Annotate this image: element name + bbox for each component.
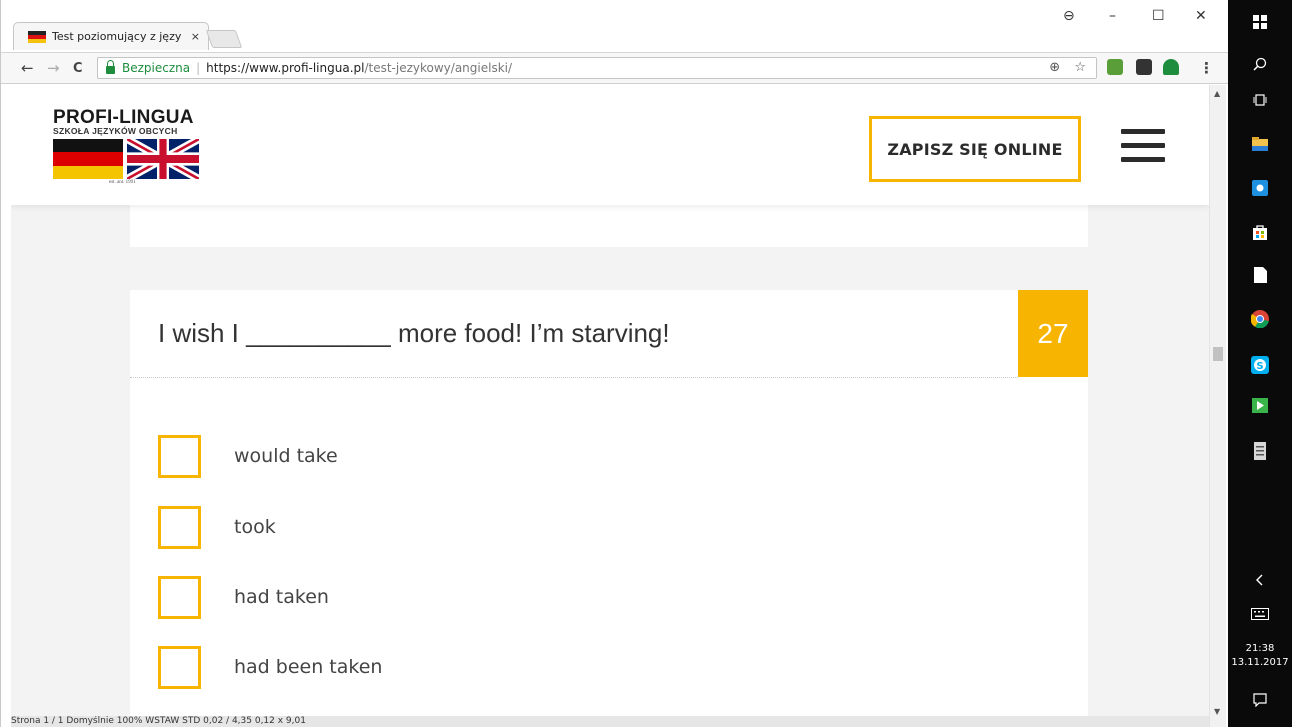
question-text: I wish I __________ more food! I’m starv… <box>158 318 670 348</box>
svg-text:S: S <box>1256 361 1263 372</box>
bookmark-star-icon[interactable]: ☆ <box>1074 60 1086 75</box>
answer-checkbox[interactable] <box>158 505 201 549</box>
site-header: PROFI-LINGUA SZKOŁA JĘZYKÓW OBCYCH est. … <box>11 85 1209 205</box>
answer-option[interactable]: would take <box>158 434 338 478</box>
answer-option[interactable]: took <box>158 505 276 549</box>
file-explorer-icon[interactable] <box>1250 134 1270 154</box>
hamburger-menu-icon[interactable] <box>1121 129 1165 169</box>
store-bag-icon[interactable] <box>1250 222 1270 242</box>
chevron-left-icon[interactable] <box>1250 570 1270 590</box>
reload-button[interactable]: C <box>73 61 83 76</box>
question-card: I wish I __________ more food! I’m starv… <box>130 290 1088 727</box>
address-bar[interactable]: Bezpieczna | https://www.profi-lingua.pl… <box>97 57 1097 79</box>
answer-label: took <box>234 516 276 538</box>
download-extension-icon[interactable] <box>1136 59 1152 75</box>
answer-label: had been taken <box>234 656 383 678</box>
search-icon[interactable] <box>1250 54 1270 74</box>
minimize-button[interactable]: – <box>1109 8 1116 24</box>
windows-start-icon[interactable] <box>1250 12 1270 32</box>
extension-icon[interactable] <box>1107 59 1123 75</box>
answer-label: would take <box>234 445 338 467</box>
green-app-icon[interactable] <box>1250 397 1270 417</box>
document-icon[interactable] <box>1250 265 1270 285</box>
zoom-icon[interactable]: ⊕ <box>1049 60 1060 75</box>
scroll-down-icon[interactable]: ▼ <box>1214 707 1220 716</box>
scroll-up-icon[interactable]: ▲ <box>1214 89 1220 98</box>
tab-strip: Test poziomujący z języka × ⊖ – ☐ ✕ <box>1 0 1229 52</box>
logo-subtitle: SZKOŁA JĘZYKÓW OBCYCH <box>53 126 178 136</box>
back-button[interactable]: ← <box>21 59 34 77</box>
answer-option[interactable]: had taken <box>158 575 329 619</box>
page-scrollbar[interactable]: ▲ ▼ <box>1209 85 1226 727</box>
logo-established: est. ant. 1991 <box>109 180 136 185</box>
answer-checkbox[interactable] <box>158 434 201 478</box>
blue-app-icon[interactable] <box>1250 178 1270 198</box>
browser-window: Test poziomujący z języka × ⊖ – ☐ ✕ ← → … <box>0 0 1229 727</box>
answer-option[interactable]: had been taken <box>158 645 382 689</box>
browser-toolbar: ← → C Bezpieczna | https://www.profi-lin… <box>1 52 1229 84</box>
taskbar-clock[interactable]: 21:38 13.11.2017 <box>1228 642 1292 670</box>
url-path: /test-jezykowy/angielski/ <box>364 61 513 75</box>
clock-time: 21:38 <box>1245 643 1275 654</box>
answer-checkbox[interactable] <box>158 645 201 689</box>
notes-app-icon[interactable] <box>1250 441 1270 461</box>
page-viewport: PROFI-LINGUA SZKOŁA JĘZYKÓW OBCYCH est. … <box>11 85 1209 727</box>
new-tab-button[interactable] <box>205 30 243 48</box>
browser-menu-icon[interactable]: ⋮ <box>1199 59 1214 77</box>
lock-icon <box>106 59 115 74</box>
task-view-icon[interactable] <box>1250 90 1270 110</box>
omnibox-actions: ⊕ ☆ <box>1049 60 1086 75</box>
tab-title: Test poziomujący z języka <box>52 30 182 43</box>
account-icon[interactable]: ⊖ <box>1063 8 1075 24</box>
scroll-thumb[interactable] <box>1213 347 1223 361</box>
url-host: https://www.profi-lingua.pl <box>206 61 365 75</box>
german-flag-icon <box>53 139 123 179</box>
answer-label: had taken <box>234 586 329 608</box>
action-center-icon[interactable] <box>1250 690 1270 710</box>
answer-checkbox[interactable] <box>158 575 201 619</box>
maximize-button[interactable]: ☐ <box>1152 8 1165 24</box>
forward-button[interactable]: → <box>47 59 60 77</box>
windows-taskbar: S 21:38 13.11.2017 <box>1228 0 1292 727</box>
question-divider <box>130 377 1018 378</box>
flag-favicon-icon <box>28 30 46 43</box>
address-separator: | <box>196 61 201 75</box>
question-number-badge: 27 <box>1018 290 1088 377</box>
browser-tab[interactable]: Test poziomujący z języka × <box>13 22 209 50</box>
status-bar: Strona 1 / 1 Domyślnie 100% WSTAW STD 0,… <box>11 716 1209 727</box>
keyboard-icon[interactable] <box>1250 604 1270 624</box>
secure-label: Bezpieczna <box>122 61 191 75</box>
clock-date: 13.11.2017 <box>1231 657 1289 668</box>
signup-online-button[interactable]: ZAPISZ SIĘ ONLINE <box>869 116 1081 182</box>
chrome-icon[interactable] <box>1250 309 1270 329</box>
close-tab-icon[interactable]: × <box>191 30 200 43</box>
skype-icon[interactable]: S <box>1250 355 1270 375</box>
uk-flag-icon <box>127 139 199 179</box>
close-window-button[interactable]: ✕ <box>1195 8 1207 24</box>
new-extension-icon[interactable] <box>1163 59 1179 75</box>
